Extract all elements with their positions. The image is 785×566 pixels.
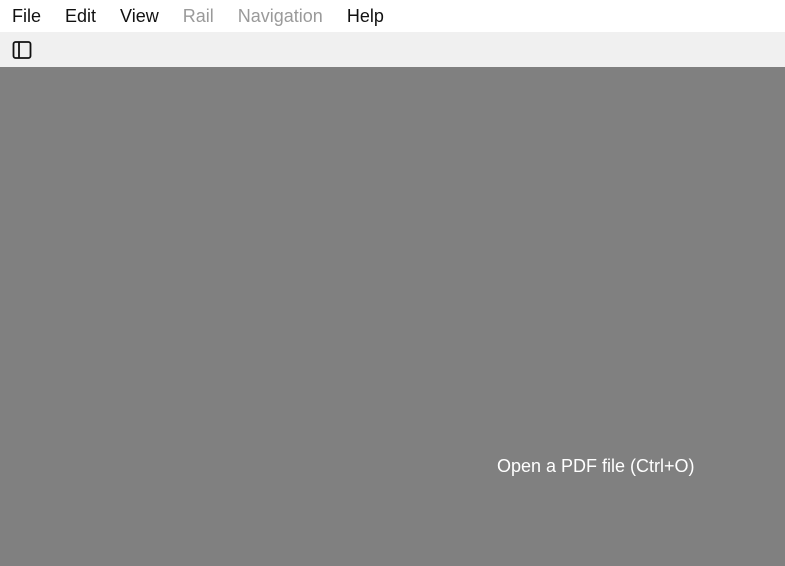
sidebar-panel-icon <box>12 40 32 59</box>
menu-file[interactable]: File <box>0 0 53 32</box>
open-file-hint: Open a PDF file (Ctrl+O) <box>497 456 695 476</box>
menu-navigation: Navigation <box>237 6 323 26</box>
toolbar <box>0 32 785 67</box>
toggle-sidebar-button[interactable] <box>9 37 35 63</box>
menu-help[interactable]: Help <box>335 0 396 32</box>
document-viewer[interactable]: Open a PDF file (Ctrl+O) <box>0 67 785 566</box>
menu-rail: Rail <box>182 6 214 26</box>
menu-bar: File Edit View Rail Navigation Help <box>0 0 785 32</box>
menu-edit[interactable]: Edit <box>53 0 108 32</box>
menu-view[interactable]: View <box>108 0 171 32</box>
